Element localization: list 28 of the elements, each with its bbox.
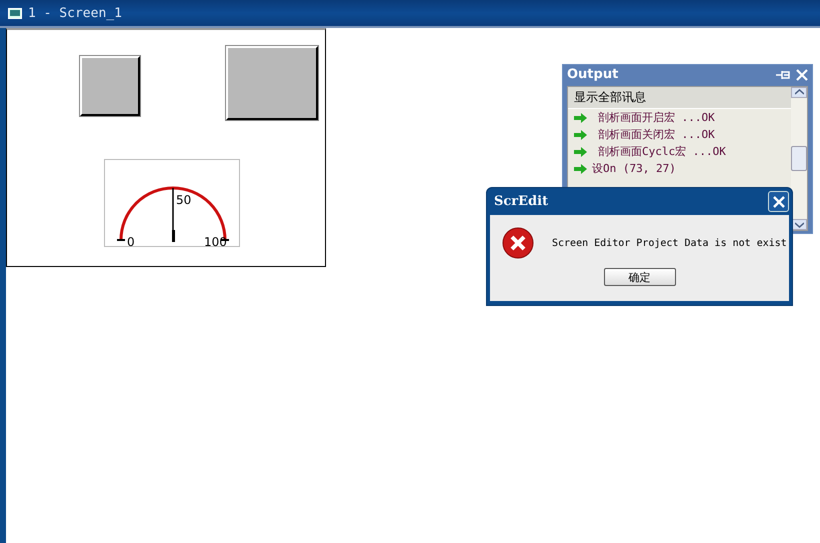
close-icon[interactable]	[796, 68, 808, 80]
panel-title: Output	[567, 67, 620, 82]
window-title: 1 - Screen_1	[28, 6, 122, 20]
scroll-thumb[interactable]	[791, 146, 807, 172]
scroll-down-icon[interactable]	[794, 222, 804, 228]
close-button[interactable]	[768, 191, 789, 212]
close-icon[interactable]	[772, 196, 784, 208]
gauge-label: 0	[127, 235, 135, 248]
output-message: 剖析画面关闭宏 ...OK	[597, 127, 715, 142]
output-message: 剖析画面开启宏 ...OK	[597, 110, 715, 125]
output-message: 设On (73, 27)	[592, 161, 676, 176]
arrow-icon	[574, 112, 588, 122]
arrow-icon	[574, 164, 588, 174]
gauge-label: 50	[176, 193, 192, 207]
scroll-up-icon[interactable]	[794, 89, 804, 96]
scrollbar[interactable]	[791, 87, 807, 230]
pin-icon[interactable]	[776, 68, 792, 80]
lamp-object[interactable]	[226, 46, 318, 120]
list-header: 显示全部讯息	[568, 87, 791, 109]
lamp-object[interactable]	[80, 56, 140, 116]
error-message: Screen Editor Project Data is not exist	[552, 238, 787, 248]
ok-button[interactable]: 确定	[604, 268, 676, 286]
dialog-title: ScrEdit	[494, 194, 548, 209]
output-message: 剖析画面Cyclc宏 ...OK	[597, 144, 726, 159]
arrow-icon	[574, 130, 588, 140]
arrow-icon	[574, 146, 588, 156]
window-icon	[8, 8, 22, 18]
error-icon	[502, 227, 534, 259]
